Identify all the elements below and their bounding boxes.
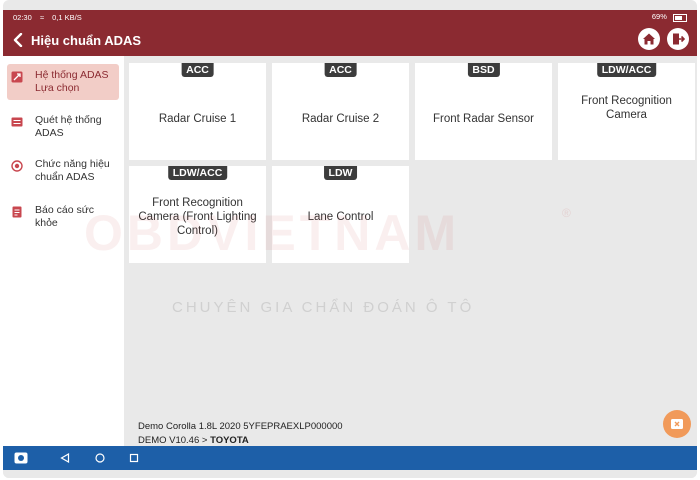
nav-back-button[interactable]: [59, 452, 71, 464]
watermark-reg: ®: [562, 206, 571, 220]
floating-action-button[interactable]: [663, 410, 691, 438]
back-button[interactable]: [11, 33, 25, 47]
sidebar: Hệ thống ADAS Lựa chọn Quét hệ thống ADA…: [3, 56, 124, 464]
sidebar-item-label: Quét hệ thống: [35, 114, 102, 126]
home-button[interactable]: [638, 28, 660, 50]
battery-icon: [673, 13, 687, 22]
nav-recents-button[interactable]: [128, 452, 140, 464]
main-content: ACC Radar Cruise 1 ACC Radar Cruise 2 BS…: [84, 56, 697, 448]
card-label: Front Recognition Camera (Front Lighting…: [138, 196, 257, 237]
vehicle-info: Demo Corolla 1.8L 2020 5YFEPRAEXLP000000…: [138, 420, 343, 448]
chevron-left-icon: [13, 33, 23, 47]
adas-system-icon: [11, 71, 23, 83]
wifi-icon: ≈: [39, 12, 44, 22]
vehicle-line: Demo Corolla 1.8L 2020 5YFEPRAEXLP000000: [138, 421, 343, 432]
exit-button[interactable]: [667, 28, 689, 50]
sidebar-item-adas-scan[interactable]: Quét hệ thống ADAS: [7, 114, 119, 144]
clipboard-close-icon: [671, 419, 683, 429]
sidebar-item-label: Hệ thống ADAS: [35, 69, 109, 81]
report-icon: [12, 206, 22, 218]
sidebar-item-label: Chức năng hiệu: [35, 158, 110, 170]
android-nav-bar: [3, 446, 697, 470]
card-label: Radar Cruise 2: [301, 112, 380, 125]
system-tag: LDW/ACC: [596, 63, 657, 77]
adas-card-radar-cruise-2[interactable]: ACC Radar Cruise 2: [272, 63, 409, 160]
adas-card-front-recognition-camera[interactable]: LDW/ACC Front Recognition Camera: [558, 63, 695, 160]
app-header: Hiệu chuẩn ADAS: [3, 24, 697, 56]
home-icon: [643, 33, 655, 45]
sidebar-item-adas-calibration[interactable]: Chức năng hiệu chuẩn ADAS: [7, 158, 119, 188]
exit-icon: [673, 33, 685, 45]
app-icon: [14, 452, 28, 464]
square-recents-icon: [129, 453, 139, 463]
bezel-bottom: [3, 470, 697, 478]
status-bar: 02:30 ≈ 0,1 KB/S 69%: [3, 10, 697, 24]
sidebar-item-label: ADAS: [35, 127, 64, 139]
adas-card-front-radar-sensor[interactable]: BSD Front Radar Sensor: [415, 63, 552, 160]
adas-card-front-recognition-camera-lighting[interactable]: LDW/ACC Front Recognition Camera (Front …: [129, 166, 266, 263]
system-tag: LDW: [323, 166, 358, 180]
tablet-screen: 02:30 ≈ 0,1 KB/S 69% Hiệu chuẩn ADAS Hệ …: [3, 0, 697, 478]
page-title: Hiệu chuẩn ADAS: [31, 32, 142, 48]
triangle-back-icon: [60, 453, 70, 463]
scan-icon: [11, 117, 23, 127]
status-time: 02:30: [13, 12, 32, 22]
system-tag: LDW/ACC: [167, 166, 228, 180]
sidebar-item-label: chuẩn ADAS: [35, 171, 95, 183]
sidebar-item-label: khỏe: [35, 217, 58, 229]
card-label: Front Recognition Camera: [581, 94, 672, 121]
vehicle-version: DEMO V10.46 >: [138, 435, 211, 446]
vehicle-brand: TOYOTA: [210, 435, 249, 446]
card-label: Front Radar Sensor: [433, 112, 534, 125]
system-tag: ACC: [181, 63, 214, 77]
system-tag: ACC: [324, 63, 357, 77]
status-net-speed: 0,1 KB/S: [52, 12, 82, 22]
card-label: Radar Cruise 1: [158, 112, 237, 125]
app-switch-button[interactable]: [13, 452, 29, 464]
adas-card-radar-cruise-1[interactable]: ACC Radar Cruise 1: [129, 63, 266, 160]
sidebar-item-adas-system[interactable]: Hệ thống ADAS Lựa chọn: [7, 64, 119, 100]
status-battery: 69%: [651, 12, 667, 22]
nav-home-button[interactable]: [94, 452, 106, 464]
target-icon: [11, 160, 23, 172]
circle-home-icon: [95, 453, 105, 463]
system-tag: BSD: [467, 63, 500, 77]
adas-card-lane-control[interactable]: LDW Lane Control: [272, 166, 409, 263]
sidebar-item-health-report[interactable]: Báo cáo sức khỏe: [7, 204, 119, 234]
sidebar-item-label: Lựa chọn: [35, 82, 80, 94]
card-label: Lane Control: [307, 210, 374, 223]
watermark-tagline: CHUYÊN GIA CHẨN ĐOÁN Ô TÔ: [172, 299, 475, 316]
sidebar-item-label: Báo cáo sức: [35, 204, 94, 216]
